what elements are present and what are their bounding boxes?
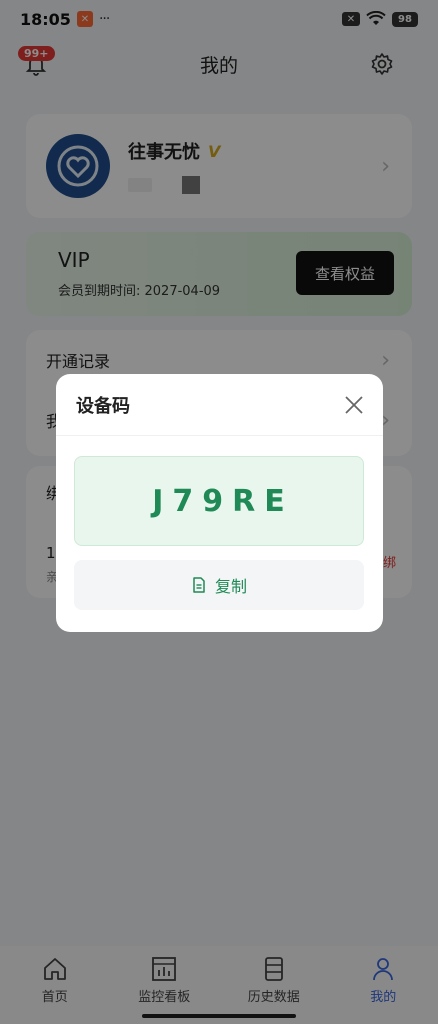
device-code-dialog: 设备码 J79RE 复制 bbox=[56, 374, 383, 632]
screen: 18:05 ✕ ··· ✕ 98 99+ 我的 往事无忧 V › VIP 会员到… bbox=[0, 0, 438, 1024]
dialog-header: 设备码 bbox=[56, 374, 383, 436]
copy-icon bbox=[193, 577, 205, 593]
copy-label: 复制 bbox=[214, 577, 247, 596]
close-icon bbox=[345, 396, 363, 414]
dialog-title: 设备码 bbox=[76, 395, 130, 417]
device-code-box: J79RE bbox=[74, 456, 364, 546]
device-code: J79RE bbox=[152, 483, 294, 519]
close-button[interactable] bbox=[343, 394, 365, 416]
copy-button[interactable]: 复制 bbox=[74, 560, 364, 610]
